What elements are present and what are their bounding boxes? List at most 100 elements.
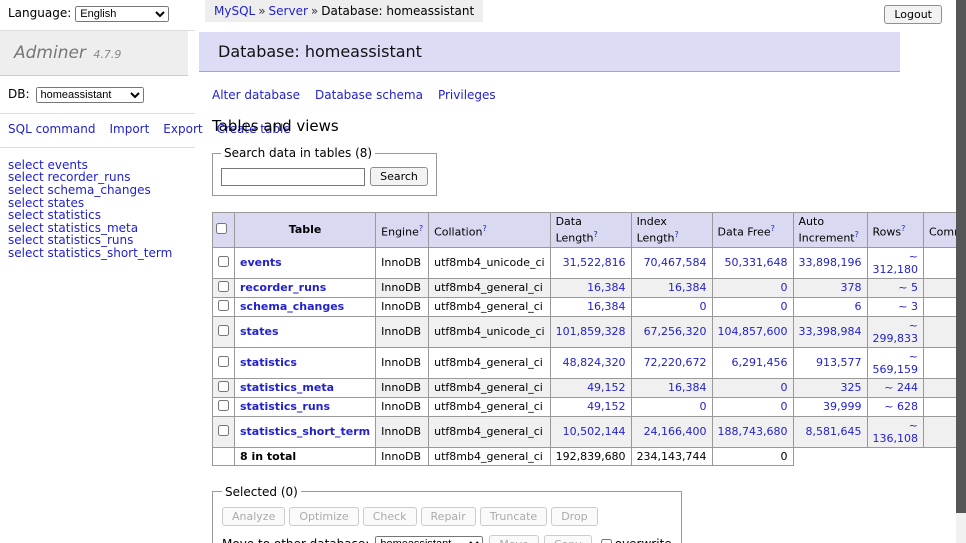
auto-increment-cell-value[interactable]: 378	[841, 281, 862, 294]
table-link-statistics[interactable]: statistics	[240, 356, 297, 369]
db-select[interactable]: homeassistant	[36, 87, 144, 103]
help-link[interactable]: ?	[419, 224, 423, 233]
breadcrumb-item[interactable]: Server	[269, 4, 308, 18]
table-link-recorder_runs[interactable]: recorder_runs	[240, 281, 326, 294]
truncate-button[interactable]: Truncate	[480, 507, 547, 526]
rows-cell-value[interactable]: ~ 312,180	[873, 250, 919, 276]
breadcrumb-item[interactable]: MySQL	[214, 4, 255, 18]
data-free-cell-value[interactable]: 104,857,600	[718, 325, 788, 338]
move-button[interactable]: Move	[489, 535, 539, 543]
help-link[interactable]: ?	[901, 224, 905, 233]
analyze-button[interactable]: Analyze	[222, 507, 285, 526]
index-length-cell-value[interactable]: 72,220,672	[644, 356, 707, 369]
sidebar-action-export[interactable]: Export	[163, 122, 202, 136]
table-link-statistics_runs[interactable]: statistics_runs	[240, 400, 330, 413]
index-length-cell-value[interactable]: 16,384	[668, 281, 707, 294]
help-link[interactable]: ?	[675, 230, 679, 239]
drop-button[interactable]: Drop	[551, 507, 597, 526]
data-free-cell-value[interactable]: 188,743,680	[718, 425, 788, 438]
row-checkbox[interactable]	[218, 300, 229, 311]
data-free-cell-value[interactable]: 0	[781, 300, 788, 313]
table-link-statistics_meta[interactable]: statistics_meta	[240, 381, 334, 394]
link-privileges[interactable]: Privileges	[438, 88, 496, 102]
row-checkbox[interactable]	[218, 381, 229, 392]
logout-button[interactable]: Logout	[884, 5, 942, 24]
index-length-cell-value[interactable]: 67,256,320	[644, 325, 707, 338]
table-link-states[interactable]: states	[240, 325, 279, 338]
row-checkbox[interactable]	[218, 425, 229, 436]
auto-increment-cell-value[interactable]: 325	[841, 381, 862, 394]
help-link[interactable]: ?	[855, 230, 859, 239]
row-checkbox[interactable]	[218, 281, 229, 292]
data-length-cell-value[interactable]: 48,824,320	[563, 356, 626, 369]
index-length-cell-value[interactable]: 0	[700, 400, 707, 413]
auto-increment-cell-value[interactable]: 8,581,645	[806, 425, 862, 438]
index-length-cell-value[interactable]: 0	[700, 300, 707, 313]
rows-cell-value[interactable]: ~ 628	[884, 400, 918, 413]
table-link-schema_changes[interactable]: schema_changes	[240, 300, 344, 313]
table-link-events[interactable]: events	[240, 256, 282, 269]
data-length-cell-value[interactable]: 16,384	[587, 281, 626, 294]
check-button[interactable]: Check	[363, 507, 417, 526]
row-checkbox[interactable]	[218, 325, 229, 336]
data-free-cell-value[interactable]: 50,331,648	[725, 256, 788, 269]
overwrite-checkbox[interactable]	[601, 539, 612, 543]
help-link[interactable]: ?	[594, 230, 598, 239]
table-row: statisticsInnoDButf8mb4_general_ci48,824…	[213, 347, 966, 378]
select-all-checkbox[interactable]	[216, 223, 227, 234]
auto-increment-cell-value[interactable]: 33,398,984	[799, 325, 862, 338]
sidebar-item-select-statistics_short_term[interactable]: select statistics_short_term	[8, 247, 187, 260]
data-free-cell-value[interactable]: 0	[781, 281, 788, 294]
column-header-data-length: Data Length?	[550, 213, 631, 248]
index-length-cell-value[interactable]: 24,166,400	[644, 425, 707, 438]
data-length-cell-value[interactable]: 101,859,328	[556, 325, 626, 338]
column-header-data-free: Data Free?	[712, 213, 793, 248]
data-length-cell-value[interactable]: 49,152	[587, 400, 626, 413]
index-length-cell-value[interactable]: 70,467,584	[644, 256, 707, 269]
data-length-cell-value[interactable]: 31,522,816	[563, 256, 626, 269]
collation-cell: utf8mb4_general_ci	[429, 347, 550, 378]
data-free-cell-value[interactable]: 0	[781, 400, 788, 413]
repair-button[interactable]: Repair	[421, 507, 476, 526]
auto-increment-cell-value[interactable]: 913,577	[816, 356, 862, 369]
optimize-button[interactable]: Optimize	[289, 507, 358, 526]
search-button[interactable]: Search	[370, 167, 428, 186]
language-select[interactable]: English	[75, 6, 169, 22]
rows-cell-value[interactable]: ~ 136,108	[873, 419, 919, 445]
data-length-cell-value[interactable]: 49,152	[587, 381, 626, 394]
table-name-cell: statistics_runs	[235, 397, 376, 416]
copy-button[interactable]: Copy	[544, 535, 592, 543]
topbar: MySQL»Server»Database: homeassistant Log…	[199, 0, 956, 22]
rows-cell-value[interactable]: ~ 5	[898, 281, 918, 294]
data-length-cell-value[interactable]: 10,502,144	[563, 425, 626, 438]
sidebar-item-select-schema_changes[interactable]: select schema_changes	[8, 184, 187, 197]
sidebar-item-select-statistics[interactable]: select statistics	[8, 209, 187, 222]
auto-increment-cell-value[interactable]: 39,999	[823, 400, 862, 413]
auto-increment-cell-value[interactable]: 6	[855, 300, 862, 313]
row-checkbox[interactable]	[218, 400, 229, 411]
rows-cell-value[interactable]: ~ 569,159	[873, 350, 919, 376]
collation-cell: utf8mb4_general_ci	[429, 297, 550, 316]
index-length-cell-value[interactable]: 16,384	[668, 381, 707, 394]
data-free-cell-value[interactable]: 6,291,456	[732, 356, 788, 369]
sidebar-action-sql-command[interactable]: SQL command	[8, 122, 95, 136]
table-link-statistics_short_term[interactable]: statistics_short_term	[240, 425, 370, 438]
search-input[interactable]	[221, 168, 365, 186]
rows-cell-value[interactable]: ~ 244	[884, 381, 918, 394]
rows-cell-value[interactable]: ~ 299,833	[873, 319, 919, 345]
help-link[interactable]: ?	[771, 224, 775, 233]
row-checkbox[interactable]	[218, 256, 229, 267]
scrollbar-thumb[interactable]	[956, 0, 966, 513]
link-database-schema[interactable]: Database schema	[315, 88, 423, 102]
rows-cell-value[interactable]: ~ 3	[898, 300, 918, 313]
data-length-cell-value[interactable]: 16,384	[587, 300, 626, 313]
engine-cell: InnoDB	[376, 316, 429, 347]
data-free-cell-value[interactable]: 0	[781, 381, 788, 394]
sidebar-action-import[interactable]: Import	[109, 122, 149, 136]
help-link[interactable]: ?	[482, 224, 486, 233]
row-checkbox[interactable]	[218, 356, 229, 367]
link-alter-database[interactable]: Alter database	[212, 88, 300, 102]
move-database-select[interactable]: homeassistant	[375, 536, 483, 543]
scrollbar[interactable]	[956, 0, 966, 543]
auto-increment-cell-value[interactable]: 33,898,196	[799, 256, 862, 269]
